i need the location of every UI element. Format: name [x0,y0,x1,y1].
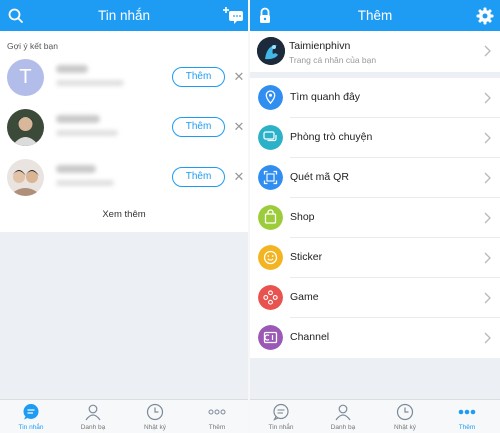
tab-more[interactable]: Thêm [186,400,248,433]
chevron-right-icon [484,92,491,104]
tab-more[interactable]: Thêm [436,400,498,433]
menu-label: Game [290,291,319,303]
menu-label: Tìm quanh đây [290,91,361,103]
tab-label: Tin nhắn [18,424,44,431]
blurred-name [56,165,96,173]
contacts-icon [85,404,101,421]
menu-item-nearby[interactable]: Tìm quanh đây [250,78,500,118]
sticker-smile-icon [258,245,283,270]
suggestions-title: Gợi ý kết bạn [7,41,58,51]
profile-row[interactable]: Taimienphivn Trang cá nhân của bạn [250,31,500,72]
tab-label: Thêm [208,424,226,431]
menu-item-game[interactable]: Game [250,278,500,318]
tab-label: Danh bạ [330,424,356,431]
list-item[interactable]: Thêm ✕ [0,153,248,203]
avatar: T [7,59,44,96]
tab-label: Nhật ký [143,424,167,431]
tab-contacts[interactable]: Danh bạ [312,400,374,433]
blurred-name [56,65,88,73]
menu-item-chat-room[interactable]: Phòng trò chuyện [250,118,500,158]
chevron-right-icon [484,132,491,144]
profile-name: Taimienphivn [289,40,351,52]
chat-bubble-icon [273,403,289,421]
chevron-right-icon [484,292,491,304]
see-more-link[interactable]: Xem thêm [0,209,248,225]
tab-label: Nhật ký [393,424,417,431]
add-friend-button[interactable]: Thêm [172,117,225,137]
tab-timeline[interactable]: Nhật ký [124,400,186,433]
chat-room-icon [258,125,283,150]
menu-item-sticker[interactable]: Sticker [250,238,500,278]
avatar [7,159,44,196]
profile-subtitle: Trang cá nhân của bạn [289,55,377,65]
avatar [7,109,44,146]
contacts-icon [335,404,351,421]
tab-messages[interactable]: Tin nhắn [0,400,62,433]
blurred-subtitle [56,180,114,186]
dismiss-icon[interactable]: ✕ [233,167,245,187]
friend-suggestions: Gợi ý kết bạn T Thêm ✕ Thêm ✕ Thêm ✕ Xem… [0,31,248,232]
clock-icon [146,403,164,421]
chevron-right-icon [484,332,491,344]
page-title: Thêm [357,8,393,23]
menu-item-channel[interactable]: Channel [250,318,500,358]
blurred-name [56,115,100,123]
menu-item-shop[interactable]: Shop [250,198,500,238]
new-message-icon[interactable] [222,5,244,27]
shop-bag-icon [258,205,283,230]
tab-label: Tin nhắn [268,424,294,431]
menu-item-qr-scan[interactable]: Quét mã QR [250,158,500,198]
bottom-nav: Tin nhắn Danh bạ Nhật ký Thêm [0,399,248,433]
menu-label: Channel [290,331,330,343]
dismiss-icon[interactable]: ✕ [233,117,245,137]
tab-messages[interactable]: Tin nhắn [250,400,312,433]
location-pin-icon [258,85,283,110]
menu-label: Sticker [290,251,323,263]
tab-contacts[interactable]: Danh bạ [62,400,124,433]
more-dots-icon [208,409,226,415]
chevron-right-icon [484,45,491,57]
menu-label: Phòng trò chuyện [290,131,373,143]
chevron-right-icon [484,212,491,224]
messages-panel: Tin nhắn Gợi ý kết bạn T Thêm ✕ Thêm ✕ T… [0,0,248,433]
chevron-right-icon [484,172,491,184]
qr-scan-icon [258,165,283,190]
menu-label: Shop [290,211,315,223]
more-dots-icon [458,409,476,415]
more-menu: Tìm quanh đây Phòng trò chuyện Quét mã Q… [250,78,500,358]
messages-header: Tin nhắn [0,0,248,31]
clock-icon [396,403,414,421]
more-header: Thêm [250,0,500,31]
list-item[interactable]: T Thêm ✕ [0,53,248,103]
tab-label: Danh bạ [80,424,106,431]
add-friend-button[interactable]: Thêm [172,167,225,187]
chevron-right-icon [484,252,491,264]
tab-timeline[interactable]: Nhật ký [374,400,436,433]
page-title: Tin nhắn [97,8,151,23]
avatar [257,37,285,65]
bottom-nav: Tin nhắn Danh bạ Nhật ký Thêm [250,399,500,433]
blurred-subtitle [56,80,124,86]
gamepad-icon [258,285,283,310]
dismiss-icon[interactable]: ✕ [233,67,245,87]
blurred-subtitle [56,130,118,136]
channel-icon [258,325,283,350]
tab-label: Thêm [458,424,476,431]
list-item[interactable]: Thêm ✕ [0,103,248,153]
menu-label: Quét mã QR [290,171,349,183]
gear-icon[interactable] [474,5,496,27]
chat-bubble-icon [23,404,39,420]
more-panel: Thêm Taimienphivn Trang cá nhân của bạn [250,0,500,433]
add-friend-button[interactable]: Thêm [172,67,225,87]
